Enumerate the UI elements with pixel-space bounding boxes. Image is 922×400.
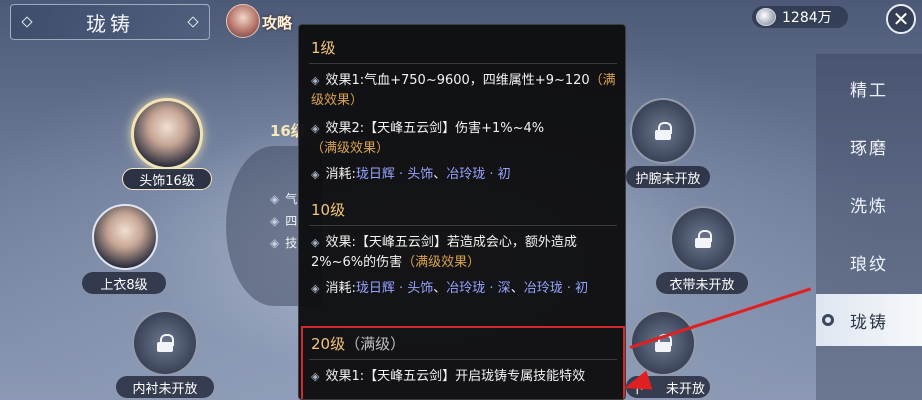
divider: [309, 359, 617, 360]
level-1-effect-1: ◈ 效果1:气血+750~9600，四维属性+9~120（满级效果）: [311, 73, 616, 108]
inner-slot-label[interactable]: 内衬未开放: [116, 376, 214, 398]
currency-amount: 1284万: [782, 10, 832, 26]
level-20-title: 20级（满级）: [311, 335, 406, 353]
inner-slot[interactable]: [132, 310, 198, 376]
title-ornament-right: [187, 16, 199, 28]
head-slot-label[interactable]: 头饰16级: [122, 168, 212, 190]
level-20-effect: ◈ 效果1:【天峰五云剑】开启珑铸专属技能特效: [311, 369, 586, 384]
level-1-cost: ◈ 消耗:珑日辉 · 头饰、冶玲珑 · 初: [311, 167, 511, 182]
peek-line-2: ◈ 四: [270, 214, 298, 228]
bullet-icon: ◈: [311, 236, 320, 249]
gear-icon: [822, 314, 834, 326]
head-slot-portrait[interactable]: [131, 98, 203, 170]
guide-button[interactable]: 攻略: [262, 12, 292, 33]
currency-display: 1284万: [752, 6, 848, 28]
tab-longzhu[interactable]: 珑铸: [816, 294, 922, 346]
tab-zhuomo[interactable]: 琢磨: [816, 120, 922, 172]
level-1-title: 1级: [311, 39, 336, 57]
close-button[interactable]: ✕: [886, 4, 916, 34]
divider: [309, 225, 617, 226]
tab-jinggong[interactable]: 精工: [816, 62, 922, 114]
level-10-cost: ◈ 消耗:珑日辉 · 头饰、冶玲珑 · 深、冶玲珑 · 初: [311, 281, 589, 296]
top-slot-portrait[interactable]: [92, 204, 158, 270]
title-panel: 珑铸: [10, 4, 210, 40]
title-ornament-left: [21, 16, 33, 28]
divider: [309, 63, 617, 64]
side-tab-panel: 精工 琢磨 洗炼 琅纹 珑铸: [816, 54, 922, 400]
refine-tooltip: 1级 ◈ 效果1:气血+750~9600，四维属性+9~120（满级效果） ◈ 效果…: [298, 24, 626, 400]
top-slot-label[interactable]: 上衣8级: [82, 272, 166, 294]
tab-xilian[interactable]: 洗炼: [816, 178, 922, 230]
page-title: 珑铸: [86, 11, 134, 36]
lock-icon: [695, 230, 712, 248]
close-icon: ✕: [892, 7, 910, 31]
level-10-title: 10级: [311, 201, 346, 219]
coin-icon: [756, 8, 776, 26]
peek-line-1: ◈ 气: [270, 192, 298, 206]
guide-avatar-icon[interactable]: [226, 4, 260, 38]
peek-line-3: ◈ 技: [270, 236, 298, 250]
bullet-icon: ◈: [311, 74, 320, 87]
bullet-icon: ◈: [311, 168, 320, 181]
belt-slot[interactable]: [670, 206, 736, 272]
lock-icon: [157, 334, 174, 352]
bullet-icon: ◈: [311, 370, 320, 383]
level-1-effect-2: ◈ 效果2:【天峰五云剑】伤害+1%~4%（满级效果）: [311, 121, 545, 156]
tab-langwen[interactable]: 琅纹: [816, 236, 922, 288]
level-10-effect: ◈ 效果:【天峰五云剑】若造成会心，额外造成2%~6%的伤害（满级效果）: [311, 235, 577, 270]
wrist-slot[interactable]: [630, 98, 696, 164]
belt-slot-label[interactable]: 衣带未开放: [656, 272, 748, 294]
wrist-slot-label[interactable]: 护腕未开放: [626, 166, 710, 188]
bullet-icon: ◈: [311, 282, 320, 295]
lock-icon: [655, 122, 672, 140]
bullet-icon: ◈: [311, 122, 320, 135]
